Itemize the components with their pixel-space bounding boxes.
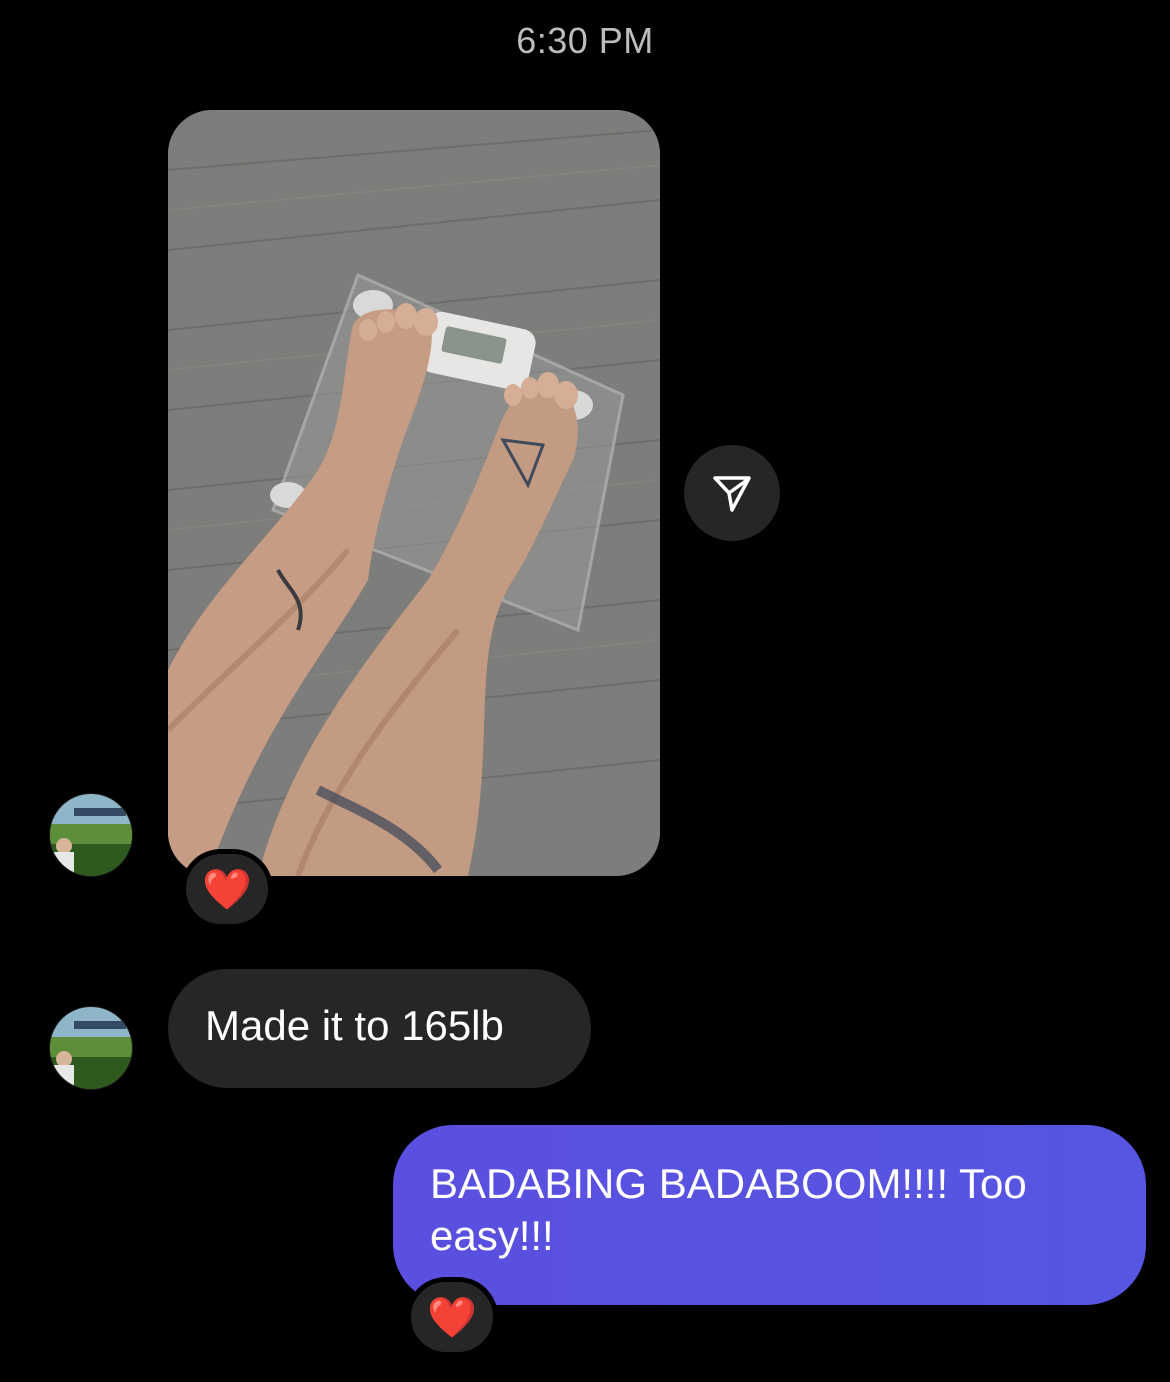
red-heart-icon: ❤️: [202, 867, 252, 912]
incoming-message-bubble[interactable]: Made it to 165lb: [168, 969, 591, 1088]
heart-reaction[interactable]: ❤️: [181, 849, 273, 929]
message-text: Made it to 165lb: [205, 1002, 504, 1049]
outgoing-message-bubble[interactable]: BADABING BADABOOM!!!! Too easy!!!: [393, 1125, 1146, 1305]
paper-plane-icon: [713, 476, 751, 512]
heart-reaction[interactable]: ❤️: [406, 1277, 498, 1357]
red-heart-icon: ❤️: [427, 1295, 477, 1340]
message-text: BADABING BADABOOM!!!! Too easy!!!: [430, 1160, 1027, 1259]
avatar[interactable]: [49, 793, 133, 877]
share-button[interactable]: [684, 445, 780, 541]
photo-message[interactable]: [168, 110, 660, 876]
contact-avatar-image: [50, 794, 132, 876]
scale-photo-image: [168, 110, 660, 876]
avatar[interactable]: [49, 1006, 133, 1090]
contact-avatar-image: [50, 1007, 132, 1089]
message-timestamp: 6:30 PM: [516, 20, 654, 61]
